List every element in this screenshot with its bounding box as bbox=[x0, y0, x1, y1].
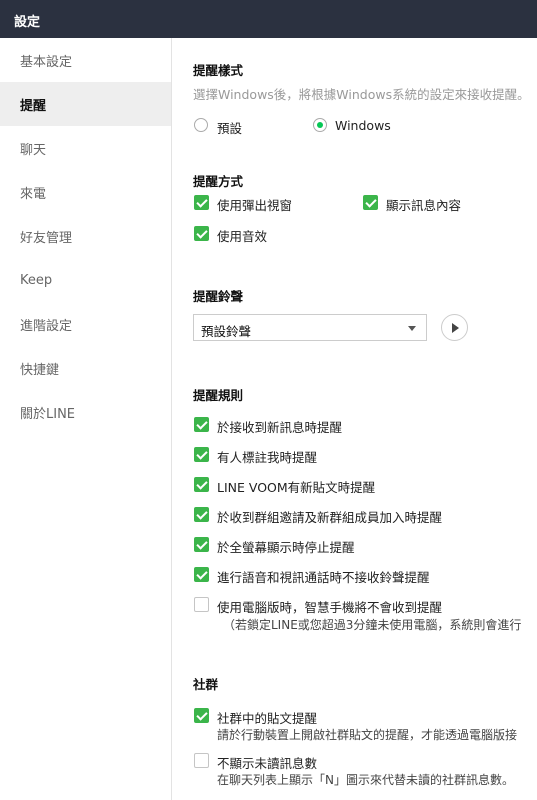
popup-checkbox[interactable] bbox=[194, 195, 209, 210]
sidebar-item-label: 來電 bbox=[20, 186, 47, 202]
rule-label-mention[interactable]: 有人標註我時提醒 bbox=[217, 447, 317, 466]
rule-checkbox-new-message[interactable] bbox=[194, 417, 209, 432]
chevron-down-icon bbox=[408, 326, 416, 331]
method-section-title: 提醒方式 bbox=[193, 174, 244, 189]
rule-label-desktop-active[interactable]: 使用電腦版時，智慧手機將不會收到提醒 bbox=[217, 597, 442, 616]
sound-checkbox[interactable] bbox=[194, 226, 209, 241]
ringtone-section-title: 提醒鈴聲 bbox=[193, 289, 244, 304]
sidebar-item-label: 好友管理 bbox=[20, 230, 73, 246]
sidebar-item-label: 聊天 bbox=[20, 142, 47, 158]
sidebar-item-notifications[interactable]: 提醒 bbox=[0, 82, 171, 126]
ringtone-select[interactable]: 預設鈴聲 bbox=[193, 314, 427, 341]
window-title: 設定 bbox=[14, 15, 41, 30]
radio-default-label[interactable]: 預設 bbox=[217, 118, 242, 137]
sound-label[interactable]: 使用音效 bbox=[217, 226, 267, 245]
sidebar-item-advanced[interactable]: 進階設定 bbox=[0, 302, 171, 346]
sidebar-item-label: 提醒 bbox=[20, 98, 47, 114]
show-content-label[interactable]: 顯示訊息內容 bbox=[386, 195, 461, 214]
hide-unread-label[interactable]: 不顯示未讀訊息數 bbox=[217, 753, 317, 772]
ringtone-select-value: 預設鈴聲 bbox=[201, 324, 252, 339]
sidebar-item-label: 基本設定 bbox=[20, 54, 73, 70]
rule-checkbox-group-invite[interactable] bbox=[194, 507, 209, 522]
rule-label-new-message[interactable]: 於接收到新訊息時提醒 bbox=[217, 417, 342, 436]
community-post-sublabel: 請於行動裝置上開啟社群貼文的提醒，才能透過電腦版接 bbox=[217, 728, 518, 742]
rule-label-group-invite[interactable]: 於收到群組邀請及新群組成員加入時提醒 bbox=[217, 507, 442, 526]
community-section-title: 社群 bbox=[193, 677, 219, 692]
rule-checkbox-calls[interactable] bbox=[194, 567, 209, 582]
style-section-title: 提醒樣式 bbox=[193, 63, 244, 78]
rules-section-title: 提醒規則 bbox=[193, 388, 244, 403]
style-section-description: 選擇Windows後，將根據Windows系統的設定來接收提醒。 bbox=[193, 87, 530, 102]
show-content-checkbox[interactable] bbox=[363, 195, 378, 210]
rule-checkbox-desktop-active[interactable] bbox=[194, 597, 209, 612]
rule-checkbox-mention[interactable] bbox=[194, 447, 209, 462]
sidebar-item-label: 關於LINE bbox=[20, 406, 76, 422]
community-post-checkbox[interactable] bbox=[194, 708, 209, 723]
hide-unread-sublabel: 在聊天列表上顯示「N」圖示來代替未讀的社群訊息數。 bbox=[217, 773, 514, 787]
rule-sublabel-desktop-active: （若鎖定LINE或您超過3分鐘未使用電腦，系統則會進行 bbox=[223, 618, 522, 632]
sidebar-item-keep[interactable]: Keep bbox=[0, 258, 171, 302]
sidebar-item-label: Keep bbox=[20, 272, 53, 288]
sidebar-item-calls[interactable]: 來電 bbox=[0, 170, 171, 214]
rule-label-fullscreen[interactable]: 於全螢幕顯示時停止提醒 bbox=[217, 537, 355, 556]
sidebar-item-about[interactable]: 關於LINE bbox=[0, 390, 171, 434]
sidebar-item-friends[interactable]: 好友管理 bbox=[0, 214, 171, 258]
play-icon[interactable] bbox=[441, 314, 468, 341]
sidebar-item-label: 進階設定 bbox=[20, 318, 73, 334]
hide-unread-checkbox[interactable] bbox=[194, 753, 209, 768]
radio-windows-label[interactable]: Windows bbox=[335, 118, 391, 133]
sidebar-item-chats[interactable]: 聊天 bbox=[0, 126, 171, 170]
sidebar-item-label: 快捷鍵 bbox=[20, 362, 60, 378]
rule-checkbox-voom[interactable] bbox=[194, 477, 209, 492]
radio-windows[interactable] bbox=[313, 118, 327, 132]
title-bar: 設定 bbox=[0, 0, 537, 38]
radio-default[interactable] bbox=[194, 118, 208, 132]
settings-panel: 提醒樣式 選擇Windows後，將根據Windows系統的設定來接收提醒。 預設… bbox=[173, 38, 537, 800]
sidebar-item-basic[interactable]: 基本設定 bbox=[0, 38, 171, 82]
sidebar: 基本設定 提醒 聊天 來電 好友管理 Keep 進階設定 快捷鍵 關於LINE bbox=[0, 38, 172, 800]
community-post-label[interactable]: 社群中的貼文提醒 bbox=[217, 708, 317, 727]
rule-label-calls[interactable]: 進行語音和視訊通話時不接收鈴聲提醒 bbox=[217, 567, 430, 586]
sidebar-item-shortcuts[interactable]: 快捷鍵 bbox=[0, 346, 171, 390]
popup-label[interactable]: 使用彈出視窗 bbox=[217, 195, 292, 214]
rule-label-voom[interactable]: LINE VOOM有新貼文時提醒 bbox=[217, 477, 375, 496]
rule-checkbox-fullscreen[interactable] bbox=[194, 537, 209, 552]
